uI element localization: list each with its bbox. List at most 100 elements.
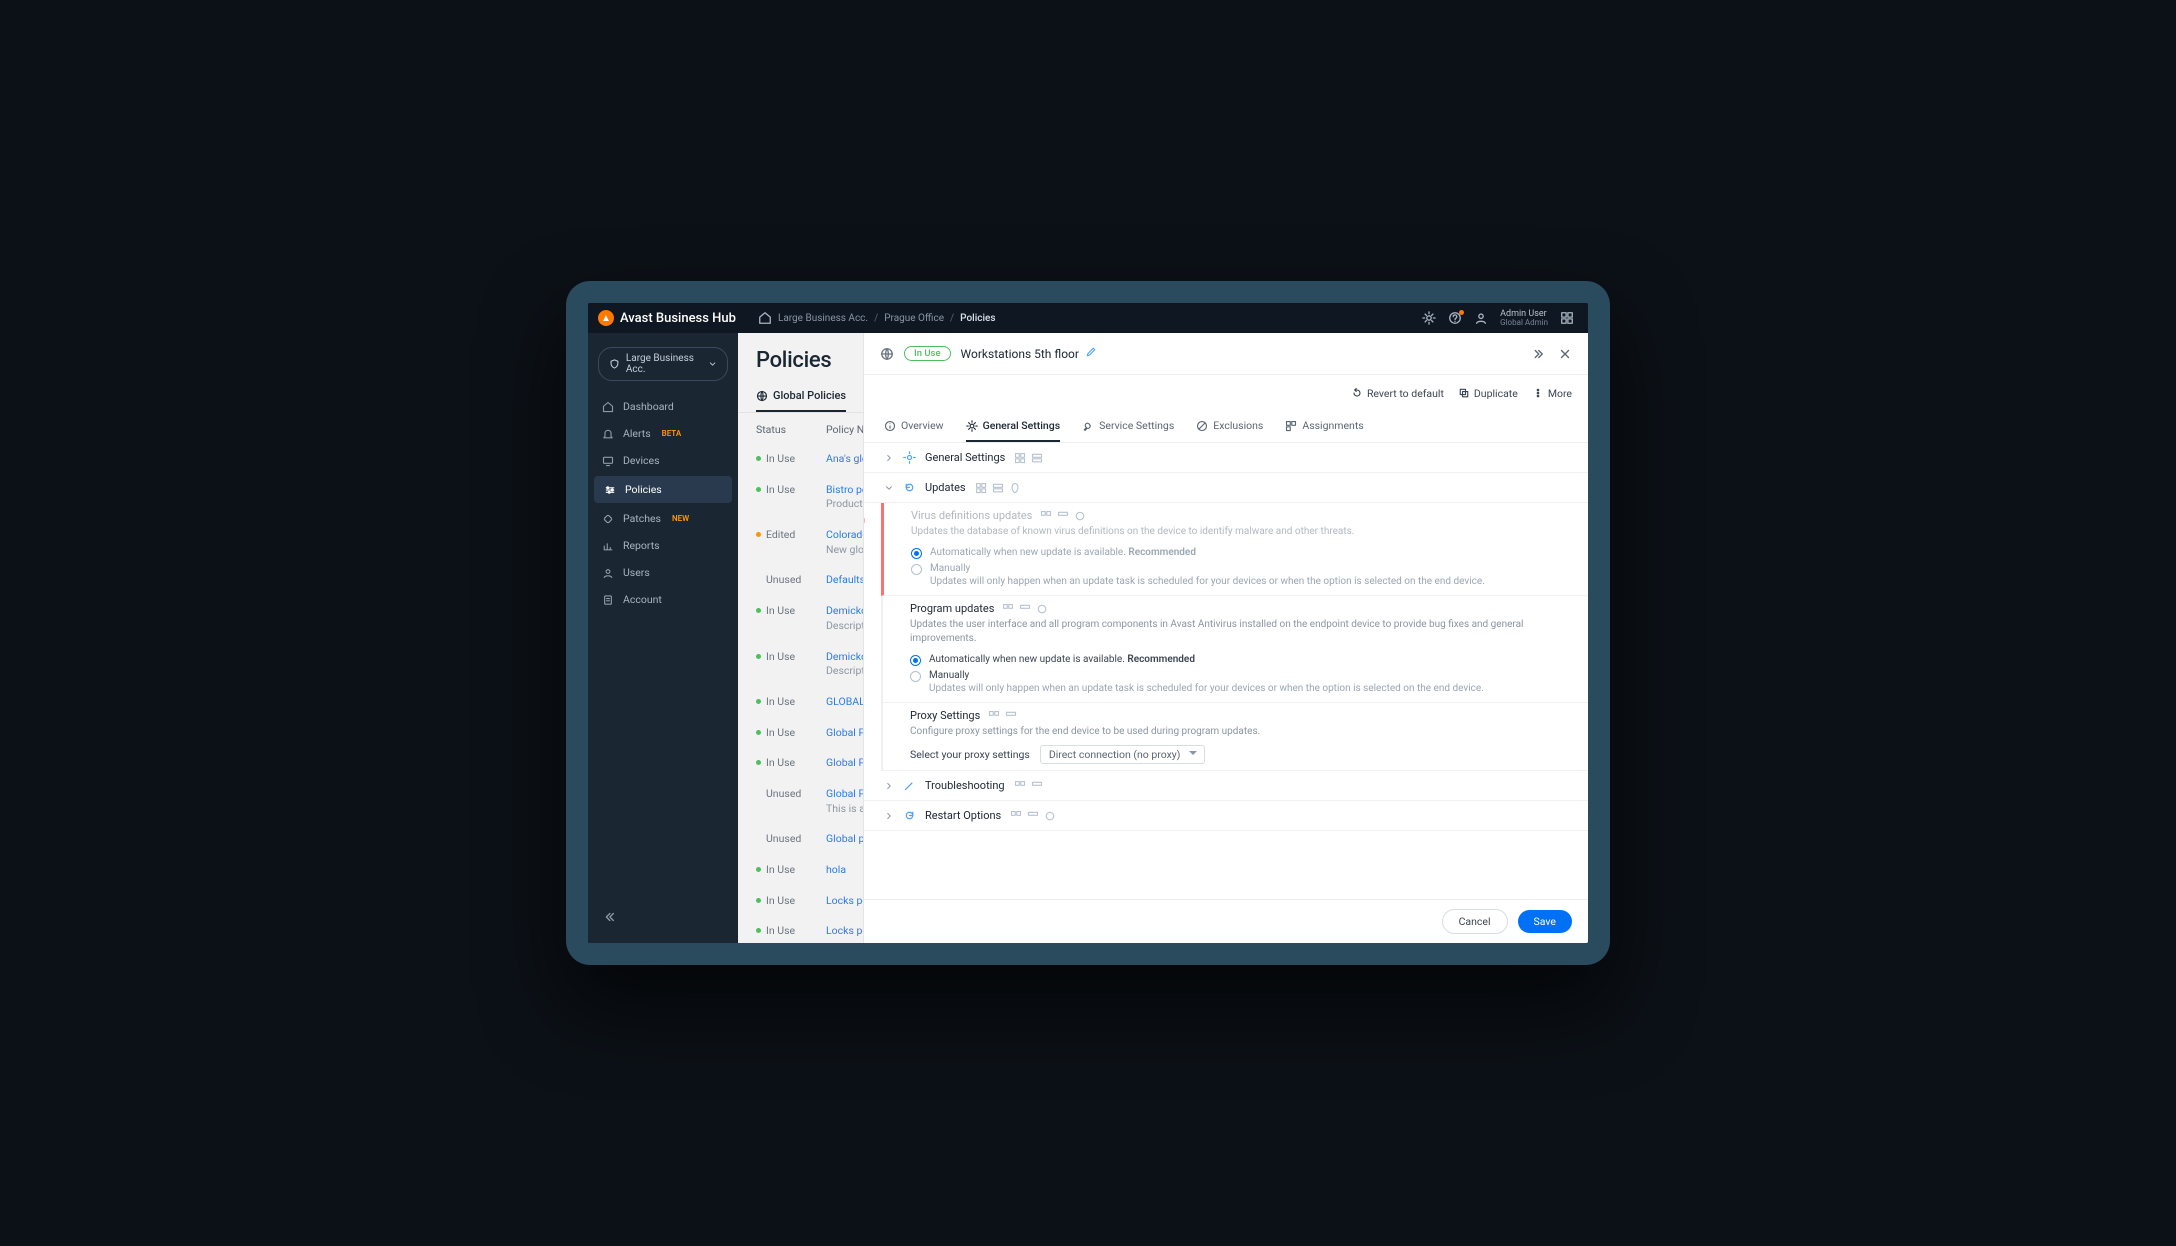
radio-manual[interactable]: Manually Updates will only happen when a… (911, 561, 1568, 589)
sidebar-item-label: Reports (623, 539, 660, 552)
sidebar-item-label: Account (623, 593, 662, 606)
breadcrumb-current: Policies (960, 313, 995, 324)
user-info[interactable]: Admin User Global Admin (1500, 310, 1548, 327)
ptab-general[interactable]: General Settings (966, 411, 1061, 442)
cancel-button[interactable]: Cancel (1442, 909, 1508, 934)
duplicate-button[interactable]: Duplicate (1458, 387, 1518, 400)
section-troubleshooting[interactable]: Troubleshooting (864, 771, 1588, 801)
section-updates[interactable]: Updates (864, 473, 1588, 503)
assignments-icon (1285, 420, 1297, 432)
ban-icon (1196, 420, 1208, 432)
settings-icon[interactable] (1422, 311, 1436, 325)
block-title: Program updates (910, 602, 994, 615)
wrench-icon (1082, 420, 1094, 432)
revert-button[interactable]: Revert to default (1351, 387, 1444, 400)
ptab-service[interactable]: Service Settings (1082, 411, 1174, 442)
lock-icon[interactable] (864, 513, 867, 528)
mac-icon (1036, 603, 1048, 615)
windows-icon (975, 482, 987, 494)
chevron-down-icon (708, 359, 717, 369)
user-role: Global Admin (1500, 319, 1548, 327)
org-switcher[interactable]: Large Business Acc. (598, 347, 728, 381)
gear-icon (903, 451, 916, 464)
sidebar-item-devices[interactable]: Devices (588, 447, 738, 474)
close-icon[interactable] (1558, 347, 1572, 361)
block-desc: Updates the user interface and all progr… (910, 618, 1568, 646)
panel-title: Workstations 5th floor (961, 347, 1079, 361)
avatar-icon[interactable] (1474, 311, 1488, 325)
tab-global-policies[interactable]: Global Policies (756, 381, 846, 412)
windows-icon (1040, 510, 1052, 522)
bell-icon (602, 428, 614, 440)
help-icon[interactable] (1448, 311, 1462, 325)
detail-panel: In Use Workstations 5th floor (863, 333, 1588, 943)
logo-text: Avast Business Hub (620, 311, 736, 326)
topbar: ▲ Avast Business Hub Large Business Acc.… (588, 303, 1588, 333)
breadcrumb-item[interactable]: Large Business Acc. (778, 313, 868, 324)
chevron-down-icon (884, 483, 894, 493)
sidebar-item-policies[interactable]: Policies (594, 476, 732, 503)
platform-icons (1002, 603, 1048, 615)
panel-body: General Settings Updates (864, 443, 1588, 899)
main: Policies Global Policies Status Policy N… (738, 333, 1588, 943)
program-updates-block: Program updates Updates the user interfa… (881, 596, 1588, 703)
collapse-sidebar[interactable] (588, 902, 738, 935)
panel-footer: Cancel Save (864, 899, 1588, 943)
more-button[interactable]: More (1532, 387, 1572, 400)
radio-auto[interactable]: Automatically when new update is availab… (911, 545, 1568, 561)
refresh-icon (903, 481, 916, 494)
edit-icon[interactable] (1085, 346, 1097, 361)
ptab-exclusions[interactable]: Exclusions (1196, 411, 1263, 442)
windows-icon (988, 710, 1000, 722)
block-desc: Configure proxy settings for the end dev… (910, 725, 1568, 739)
panel-header: In Use Workstations 5th floor (864, 333, 1588, 375)
sidebar-item-account[interactable]: Account (588, 586, 738, 613)
save-button[interactable]: Save (1518, 910, 1572, 933)
sidebar: Large Business Acc. Dashboard Alerts BET… (588, 333, 738, 943)
windows-icon (1014, 780, 1026, 792)
home-icon[interactable] (758, 311, 772, 325)
section-restart[interactable]: Restart Options (864, 801, 1588, 831)
proxy-select[interactable]: Direct connection (no proxy) (1040, 745, 1206, 764)
grid-icon[interactable] (1560, 311, 1574, 325)
collapse-icon (602, 910, 616, 924)
lock-open-icon[interactable] (864, 606, 866, 621)
windows-icon (1014, 452, 1026, 464)
sidebar-item-label: Dashboard (623, 400, 674, 413)
column-status[interactable]: Status (756, 423, 806, 436)
platform-icons (975, 482, 1021, 494)
ptab-overview[interactable]: Overview (884, 411, 944, 442)
revert-icon (1351, 387, 1363, 399)
sidebar-item-label: Alerts (623, 427, 651, 440)
mac-icon (1074, 510, 1086, 522)
server-icon (992, 482, 1004, 494)
tab-label: Global Policies (773, 389, 846, 402)
collapse-panel-icon[interactable] (1530, 347, 1544, 361)
globe-icon (880, 347, 894, 361)
lock-open-icon[interactable] (864, 713, 866, 728)
radio-auto[interactable]: Automatically when new update is availab… (910, 652, 1568, 668)
sidebar-item-patches[interactable]: Patches NEW (588, 505, 738, 532)
chevron-right-icon (884, 811, 894, 821)
file-icon (602, 594, 614, 606)
sidebar-item-alerts[interactable]: Alerts BETA (588, 420, 738, 447)
ptab-assignments[interactable]: Assignments (1285, 411, 1363, 442)
copy-icon (1458, 387, 1470, 399)
user-icon (602, 567, 614, 579)
logo: ▲ Avast Business Hub (598, 310, 736, 326)
server-icon (1019, 603, 1031, 615)
virus-definitions-block: Virus definitions updates Updates the da… (881, 503, 1588, 596)
radio-manual[interactable]: Manually Updates will only happen when a… (910, 668, 1568, 696)
server-icon (1027, 810, 1039, 822)
sidebar-item-reports[interactable]: Reports (588, 532, 738, 559)
server-icon (1005, 710, 1017, 722)
globe-icon (756, 390, 768, 402)
sidebar-item-dashboard[interactable]: Dashboard (588, 393, 738, 420)
breadcrumb-item[interactable]: Prague Office (884, 313, 944, 324)
sidebar-item-users[interactable]: Users (588, 559, 738, 586)
beta-tag: BETA (662, 429, 682, 438)
chart-icon (602, 540, 614, 552)
platform-icons (1040, 510, 1086, 522)
section-general-settings[interactable]: General Settings (864, 443, 1588, 473)
block-title: Proxy Settings (910, 709, 980, 722)
